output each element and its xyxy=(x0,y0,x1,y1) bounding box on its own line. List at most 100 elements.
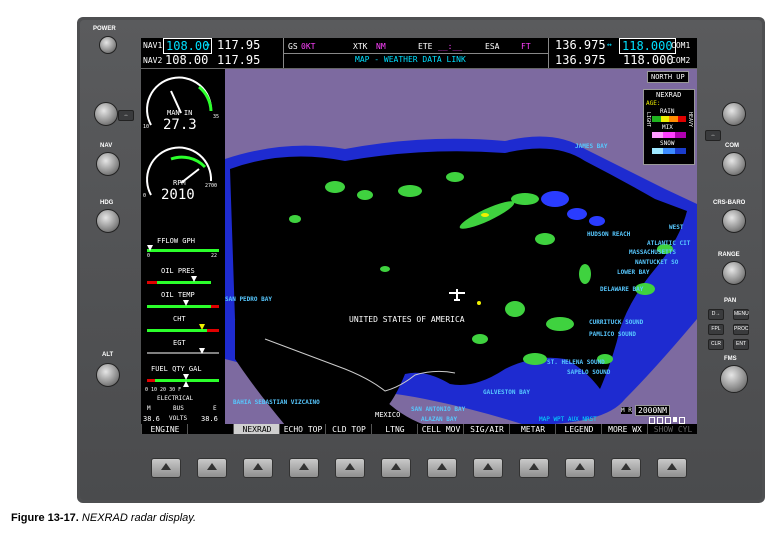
map-label-mexico: MEXICO xyxy=(375,411,401,419)
figure-text: NEXRAD radar display. xyxy=(81,512,197,524)
alt-knob[interactable] xyxy=(96,363,120,387)
softkey-ltng[interactable]: LTNG xyxy=(371,424,418,434)
fuel-scale: 0 10 20 30 F xyxy=(145,387,182,393)
nav2-standby-frequency[interactable]: 117.95 xyxy=(217,53,260,67)
softkey-button-11[interactable] xyxy=(611,458,641,478)
com-volume-knob[interactable] xyxy=(722,102,746,126)
range-knob[interactable] xyxy=(722,261,746,285)
softkey-nexrad[interactable]: NEXRAD xyxy=(233,424,280,434)
softkey-show-cyl[interactable]: SHOW CYL xyxy=(647,424,697,434)
egt-label: EGT xyxy=(173,339,186,347)
fuel-qty-label: FUEL QTY GAL xyxy=(151,365,202,373)
engine-indication-strip: MAN IN 27.3 10 35 RPM 2010 0 2700 FFLOW … xyxy=(141,69,226,425)
softkey-metar[interactable]: METAR xyxy=(509,424,556,434)
softkey-button-6[interactable] xyxy=(381,458,411,478)
fpl-button[interactable]: FPL xyxy=(708,324,724,335)
com-swap-button[interactable]: ↔ xyxy=(705,130,721,141)
map-terrain xyxy=(225,136,697,425)
bus-m-label: M xyxy=(147,405,151,412)
map-label-james-bay: JAMES BAY xyxy=(575,143,608,150)
top-status-bar: NAV1 108.00 ↔ 117.95 NAV2 108.00 117.95 … xyxy=(141,38,697,69)
esa-value: FT xyxy=(521,42,531,51)
com1-active-frequency[interactable]: 136.975 xyxy=(555,38,606,52)
softkey-button-4[interactable] xyxy=(289,458,319,478)
hdg-knob[interactable] xyxy=(96,209,120,233)
power-label: POWER xyxy=(93,26,116,32)
range-label: RANGE xyxy=(718,252,740,258)
weather-map[interactable]: JAMES BAY SAN PEDRO BAY BAHIA SEBASTIAN … xyxy=(225,69,697,425)
fflow-label: FFLOW GPH xyxy=(157,237,195,245)
map-label-massachusetts: MASSACHUSETTS xyxy=(629,249,676,256)
rpm-value: 2010 xyxy=(161,187,195,203)
alt-label: ALT xyxy=(102,352,114,358)
rpm-min: 0 xyxy=(143,193,147,199)
proc-button[interactable]: PROC xyxy=(733,324,749,335)
legend-snow-scale xyxy=(652,148,686,154)
map-label-lower-bay: LOWER BAY xyxy=(617,269,650,276)
com2-standby-frequency[interactable]: 118.000 xyxy=(623,53,674,67)
softkey-button-3[interactable] xyxy=(243,458,273,478)
softkey-legend[interactable]: LEGEND xyxy=(555,424,602,434)
fms-knob[interactable] xyxy=(720,365,748,393)
nav2-active-frequency[interactable]: 108.00 xyxy=(165,53,208,67)
softkey-cell-mov[interactable]: CELL MOV xyxy=(417,424,464,434)
nexrad-legend: NEXRAD AGE: RAIN MIX SNOW LIGHT HEAVY xyxy=(643,89,695,165)
page-title: MAP - WEATHER DATA LINK xyxy=(355,55,466,64)
map-label-sapelo-sound: SAPELO SOUND xyxy=(567,369,611,376)
nav-knob[interactable] xyxy=(96,152,120,176)
map-label-delaware-bay: DELAWARE BAY xyxy=(600,286,644,293)
softkey-button-2[interactable] xyxy=(197,458,227,478)
nav-volume-knob[interactable] xyxy=(94,102,118,126)
menu-button[interactable]: MENU xyxy=(733,309,749,320)
fflow-min: 0 xyxy=(147,253,151,259)
nav1-swap-arrow: ↔ xyxy=(205,40,210,49)
nav-swap-button[interactable]: ↔ xyxy=(118,110,134,121)
map-label-san-pedro-bay: SAN PEDRO BAY xyxy=(225,296,272,303)
north-up-indicator[interactable]: NORTH UP xyxy=(647,71,689,83)
manifold-label: MAN IN xyxy=(167,109,193,117)
map-label-hudson-reach: HUDSON REACH xyxy=(587,231,631,238)
softkey-blank[interactable] xyxy=(187,424,234,434)
softkey-button-10[interactable] xyxy=(565,458,595,478)
softkey-button-1[interactable] xyxy=(151,458,181,478)
com2-label: COM2 xyxy=(671,56,691,65)
rpm-max: 2700 xyxy=(205,183,218,189)
dir-button[interactable]: D→ xyxy=(708,309,724,320)
page-index-boxes xyxy=(649,417,685,424)
electrical-label: ELECTRICAL xyxy=(157,395,194,402)
com-knob[interactable] xyxy=(722,152,746,176)
softkey-button-9[interactable] xyxy=(519,458,549,478)
volts-left: 38.6 xyxy=(143,415,160,423)
volts-label: VOLTS xyxy=(169,415,188,422)
com1-standby-frequency[interactable]: 118.000 xyxy=(619,38,676,54)
softkey-more-wx[interactable]: MORE WX xyxy=(601,424,648,434)
map-range-prefix: M R xyxy=(621,407,632,414)
map-label-san-antonio-bay: SAN ANTONIO BAY xyxy=(411,406,466,413)
softkey-button-12[interactable] xyxy=(657,458,687,478)
map-label-west: WEST xyxy=(669,224,684,231)
clr-button[interactable]: CLR xyxy=(708,339,724,350)
softkey-button-5[interactable] xyxy=(335,458,365,478)
power-knob[interactable] xyxy=(99,36,117,54)
softkey-engine[interactable]: ENGINE xyxy=(141,424,188,434)
crs-baro-knob[interactable] xyxy=(722,209,746,233)
ete-label: ETE xyxy=(418,42,433,51)
fflow-max: 22 xyxy=(211,253,218,259)
map-label-bahia-sebastian: BAHIA SEBASTIAN VIZCAINO xyxy=(233,399,320,406)
softkey-button-7[interactable] xyxy=(427,458,457,478)
gs-label: GS xyxy=(288,42,298,51)
map-range[interactable]: 2000NM xyxy=(635,405,670,416)
softkey-cld-top[interactable]: CLD TOP xyxy=(325,424,372,434)
softkey-echo-top[interactable]: ECHO TOP xyxy=(279,424,326,434)
ete-value: __:__ xyxy=(438,42,463,51)
nav1-standby-frequency[interactable]: 117.95 xyxy=(217,38,260,52)
softkey-button-8[interactable] xyxy=(473,458,503,478)
softkey-sig-air[interactable]: SIG/AIR xyxy=(463,424,510,434)
hdg-label: HDG xyxy=(100,200,114,206)
legend-mix-scale xyxy=(652,132,686,138)
com1-label: COM1 xyxy=(671,41,691,50)
com2-active-frequency[interactable]: 136.975 xyxy=(555,53,606,67)
ent-button[interactable]: ENT xyxy=(733,339,749,350)
rpm-label: RPM xyxy=(173,179,186,187)
map-label-galveston-bay: GALVESTON BAY xyxy=(483,389,530,396)
